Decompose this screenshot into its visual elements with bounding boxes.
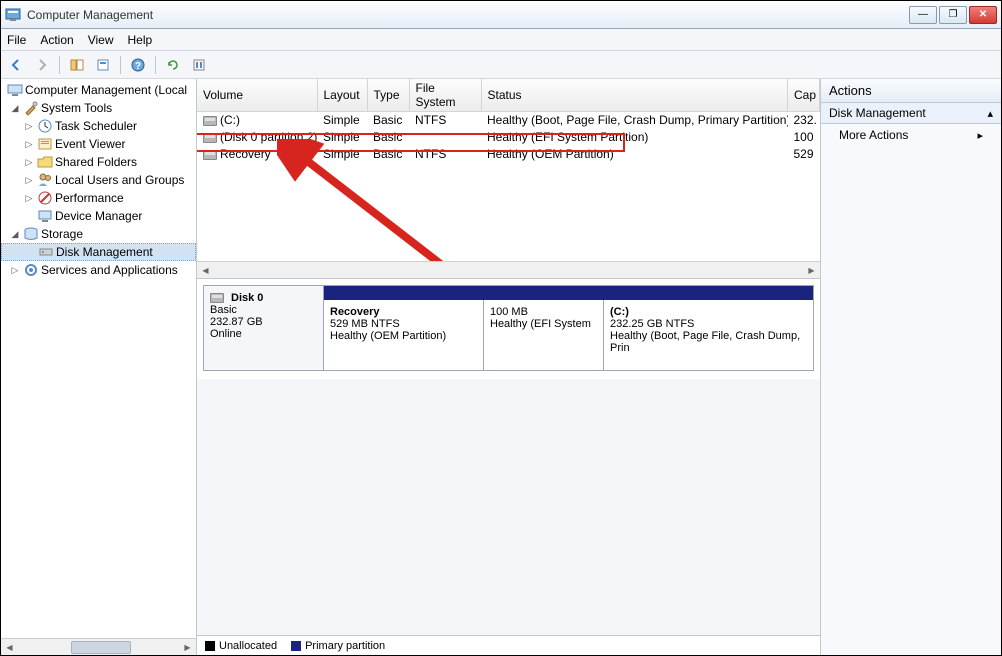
tree-disk-management[interactable]: Disk Management	[1, 243, 196, 261]
tree-device-manager[interactable]: Device Manager	[1, 207, 196, 225]
app-icon	[5, 7, 21, 23]
device-icon	[37, 208, 53, 224]
window-title: Computer Management	[27, 8, 909, 22]
disk-label: Disk 0 Basic 232.87 GB Online	[204, 286, 324, 370]
tools-icon	[23, 100, 39, 116]
disk-icon	[210, 293, 224, 303]
col-capacity[interactable]: Cap	[788, 79, 820, 112]
maximize-button[interactable]: ❐	[939, 6, 967, 24]
actions-more-actions[interactable]: More Actions ▸	[821, 124, 1001, 146]
volume-table: Volume Layout Type File System Status Ca…	[197, 79, 820, 163]
tree-hscrollbar[interactable]: ◀ ▶	[1, 638, 196, 655]
menu-view[interactable]: View	[88, 33, 114, 47]
partition-efi[interactable]: 100 MB Healthy (EFI System	[484, 300, 604, 370]
tree-performance[interactable]: ▷ Performance	[1, 189, 196, 207]
users-icon	[37, 172, 53, 188]
storage-icon	[23, 226, 39, 242]
partition-header-bar	[324, 286, 813, 300]
drive-icon	[203, 133, 217, 143]
show-hide-tree-button[interactable]	[66, 54, 88, 76]
col-layout[interactable]: Layout	[317, 79, 367, 112]
tree-local-users[interactable]: ▷ Local Users and Groups	[1, 171, 196, 189]
chevron-right-icon: ▸	[977, 129, 983, 142]
actions-header: Actions	[821, 79, 1001, 103]
collapse-icon: ▴	[987, 107, 993, 120]
col-status[interactable]: Status	[481, 79, 788, 112]
back-button[interactable]	[5, 54, 27, 76]
event-icon	[37, 136, 53, 152]
folder-share-icon	[37, 154, 53, 170]
actions-group-disk-management[interactable]: Disk Management ▴	[821, 103, 1001, 124]
table-header-row: Volume Layout Type File System Status Ca…	[197, 79, 820, 112]
svg-text:?: ?	[135, 61, 141, 72]
computer-icon	[7, 82, 23, 98]
help-button[interactable]: ?	[127, 54, 149, 76]
clock-icon	[37, 118, 53, 134]
minimize-button[interactable]: —	[909, 6, 937, 24]
properties-button[interactable]	[92, 54, 114, 76]
drive-icon	[203, 116, 217, 126]
legend: Unallocated Primary partition	[197, 635, 820, 655]
refresh-button[interactable]	[162, 54, 184, 76]
volume-row-highlighted[interactable]: Recovery Simple Basic NTFS Healthy (OEM …	[197, 146, 820, 163]
disk-mgmt-icon	[38, 244, 54, 260]
col-filesystem[interactable]: File System	[409, 79, 481, 112]
tree-services[interactable]: ▷ Services and Applications	[1, 261, 196, 279]
close-button[interactable]: ✕	[969, 6, 997, 24]
col-volume[interactable]: Volume	[197, 79, 317, 112]
volume-row[interactable]: (C:) Simple Basic NTFS Healthy (Boot, Pa…	[197, 112, 820, 129]
tree-event-viewer[interactable]: ▷ Event Viewer	[1, 135, 196, 153]
disk-row[interactable]: Disk 0 Basic 232.87 GB Online Recovery 5…	[203, 285, 814, 371]
tree-system-tools[interactable]: ◢ System Tools	[1, 99, 196, 117]
drive-icon	[203, 150, 217, 160]
tree-storage[interactable]: ◢ Storage	[1, 225, 196, 243]
toolbar-button-5[interactable]	[188, 54, 210, 76]
tree-pane: Computer Management (Local ◢ System Tool…	[1, 79, 197, 655]
performance-icon	[37, 190, 53, 206]
menu-help[interactable]: Help	[128, 33, 153, 47]
menubar: File Action View Help	[1, 29, 1001, 51]
tree-root[interactable]: Computer Management (Local	[1, 81, 196, 99]
partition-c[interactable]: (C:) 232.25 GB NTFS Healthy (Boot, Page …	[604, 300, 813, 370]
titlebar: Computer Management — ❐ ✕	[1, 1, 1001, 29]
partition-recovery[interactable]: Recovery 529 MB NTFS Healthy (OEM Partit…	[324, 300, 484, 370]
actions-pane: Actions Disk Management ▴ More Actions ▸	[821, 79, 1001, 655]
volume-row[interactable]: (Disk 0 partition 2) Simple Basic Health…	[197, 129, 820, 146]
toolbar: ?	[1, 51, 1001, 79]
tree-task-scheduler[interactable]: ▷ Task Scheduler	[1, 117, 196, 135]
disk-view-empty-area	[197, 379, 820, 635]
menu-action[interactable]: Action	[40, 33, 73, 47]
center-pane: Volume Layout Type File System Status Ca…	[197, 79, 821, 655]
tree-shared-folders[interactable]: ▷ Shared Folders	[1, 153, 196, 171]
forward-button[interactable]	[31, 54, 53, 76]
disk-graphical-view: Disk 0 Basic 232.87 GB Online Recovery 5…	[197, 279, 820, 655]
col-type[interactable]: Type	[367, 79, 409, 112]
volume-hscrollbar[interactable]: ◀ ▶	[197, 261, 820, 278]
menu-file[interactable]: File	[7, 33, 26, 47]
services-icon	[23, 262, 39, 278]
